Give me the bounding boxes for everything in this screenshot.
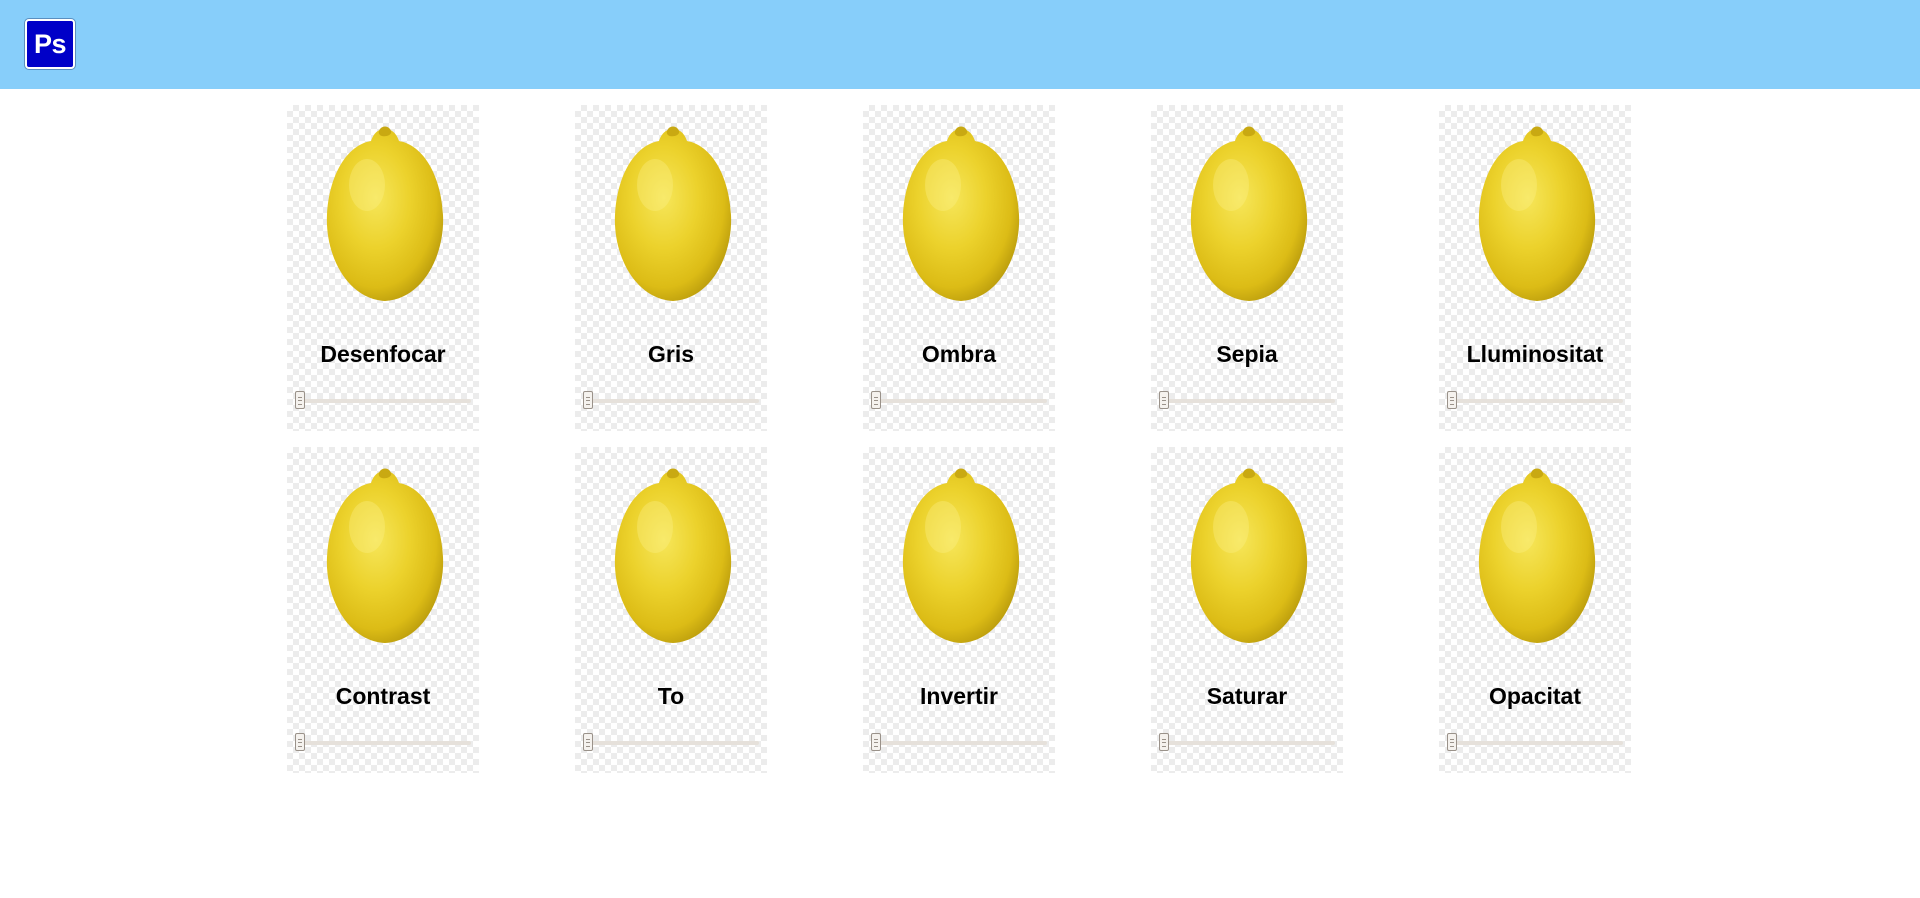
top-bar: Ps xyxy=(0,0,1920,89)
filter-label: Opacitat xyxy=(1488,683,1582,709)
sepia-slider[interactable] xyxy=(1159,391,1335,411)
lemon-image xyxy=(1171,457,1327,649)
filter-label: Lluminositat xyxy=(1466,341,1604,367)
slider-track[interactable] xyxy=(583,741,759,745)
saturar-slider[interactable] xyxy=(1159,733,1335,753)
filter-card-sepia: Sepia xyxy=(1151,105,1343,431)
filter-card-ombra: Ombra xyxy=(863,105,1055,431)
slider-thumb[interactable] xyxy=(295,733,305,751)
filter-label: Invertir xyxy=(920,683,998,709)
slider-track[interactable] xyxy=(871,399,1047,403)
filter-label: Desenfocar xyxy=(320,341,446,367)
filter-card-lluminositat: Lluminositat xyxy=(1439,105,1631,431)
lemon-image xyxy=(595,115,751,307)
slider-track[interactable] xyxy=(1159,399,1335,403)
lluminositat-slider[interactable] xyxy=(1447,391,1623,411)
invertir-slider[interactable] xyxy=(871,733,1047,753)
filter-card-desenfocar: Desenfocar xyxy=(287,105,479,431)
lemon-image xyxy=(883,457,1039,649)
slider-track[interactable] xyxy=(871,741,1047,745)
slider-thumb[interactable] xyxy=(1447,733,1457,751)
slider-thumb[interactable] xyxy=(583,733,593,751)
lemon-image xyxy=(1459,457,1615,649)
to-slider[interactable] xyxy=(583,733,759,753)
filter-card-gris: Gris xyxy=(575,105,767,431)
filter-card-saturar: Saturar xyxy=(1151,447,1343,773)
filter-grid: Desenfocar Gris Ombra Sepia Lluminositat xyxy=(287,105,1631,773)
lemon-image xyxy=(883,115,1039,307)
lemon-image xyxy=(1171,115,1327,307)
lemon-image xyxy=(1459,115,1615,307)
lemon-image xyxy=(307,457,463,649)
gris-slider[interactable] xyxy=(583,391,759,411)
contrast-slider[interactable] xyxy=(295,733,471,753)
filter-label: Contrast xyxy=(335,683,431,709)
lemon-image xyxy=(307,115,463,307)
lemon-image xyxy=(595,457,751,649)
ombra-slider[interactable] xyxy=(871,391,1047,411)
photoshop-logo[interactable]: Ps xyxy=(25,19,75,69)
slider-track[interactable] xyxy=(1159,741,1335,745)
slider-thumb[interactable] xyxy=(1447,391,1457,409)
slider-thumb[interactable] xyxy=(871,733,881,751)
filter-label: To xyxy=(657,683,685,709)
filter-card-opacitat: Opacitat xyxy=(1439,447,1631,773)
slider-track[interactable] xyxy=(295,741,471,745)
slider-track[interactable] xyxy=(295,399,471,403)
slider-thumb[interactable] xyxy=(1159,391,1169,409)
filter-label: Ombra xyxy=(921,341,997,367)
filter-card-invertir: Invertir xyxy=(863,447,1055,773)
slider-thumb[interactable] xyxy=(871,391,881,409)
slider-thumb[interactable] xyxy=(1159,733,1169,751)
slider-track[interactable] xyxy=(1447,399,1623,403)
filter-card-to: To xyxy=(575,447,767,773)
filter-label: Sepia xyxy=(1216,341,1278,367)
opacitat-slider[interactable] xyxy=(1447,733,1623,753)
filter-label: Gris xyxy=(647,341,695,367)
slider-thumb[interactable] xyxy=(295,391,305,409)
slider-track[interactable] xyxy=(583,399,759,403)
slider-track[interactable] xyxy=(1447,741,1623,745)
desenfocar-slider[interactable] xyxy=(295,391,471,411)
filter-card-contrast: Contrast xyxy=(287,447,479,773)
filter-label: Saturar xyxy=(1206,683,1288,709)
slider-thumb[interactable] xyxy=(583,391,593,409)
